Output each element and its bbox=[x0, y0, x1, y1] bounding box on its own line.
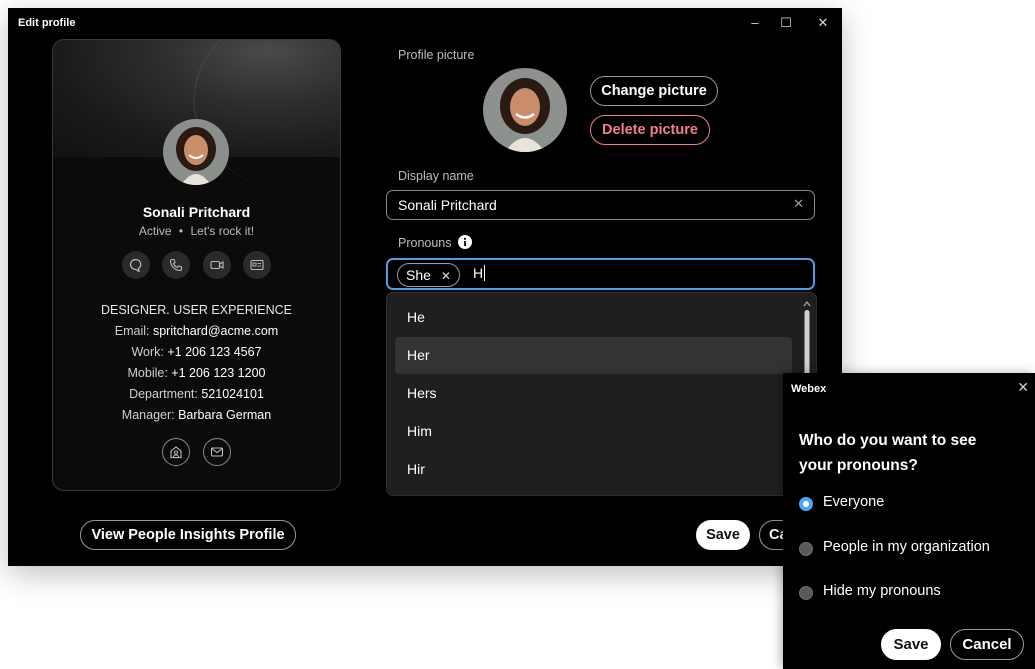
minimize-button[interactable]: – bbox=[745, 13, 765, 33]
detail-label: Mobile: bbox=[127, 366, 168, 380]
popup-question: Who do you want to see your pronouns? bbox=[799, 428, 976, 478]
suggestion-hers[interactable]: Hers bbox=[395, 375, 792, 412]
avatar bbox=[163, 119, 229, 185]
profile-card: Sonali Pritchard Active • Let's rock it!… bbox=[52, 39, 341, 491]
department-value: 521024101 bbox=[201, 387, 264, 401]
detail-mobile: Mobile: +1 206 123 1200 bbox=[53, 363, 340, 384]
detail-label: Work: bbox=[131, 345, 164, 359]
card-details: DESIGNER. USER EXPERIENCE Email: spritch… bbox=[53, 300, 340, 426]
pronoun-suggestions-dropdown: He Her Hers Him Hir bbox=[386, 292, 817, 496]
video-button[interactable] bbox=[202, 251, 231, 279]
profile-picture-label: Profile picture bbox=[398, 48, 475, 62]
detail-manager: Manager: Barbara German bbox=[53, 405, 340, 426]
detail-work: Work: +1 206 123 4567 bbox=[53, 342, 340, 363]
popup-question-line1: Who do you want to see bbox=[799, 432, 977, 449]
edit-profile-window: Edit profile – ☐ ✕ Sonali Pritchard Acti… bbox=[8, 8, 842, 566]
radio-people-in-org[interactable] bbox=[799, 542, 813, 556]
contact-card-icon bbox=[250, 259, 264, 271]
card-actions bbox=[53, 251, 340, 279]
suggestion-her[interactable]: Her bbox=[395, 337, 792, 374]
mail-button[interactable] bbox=[202, 438, 231, 466]
suggestion-he[interactable]: He bbox=[395, 299, 792, 336]
save-button[interactable]: Save bbox=[696, 520, 750, 550]
detail-label: Department: bbox=[129, 387, 198, 401]
popup-question-line2: your pronouns? bbox=[799, 457, 918, 474]
option-people-in-org-label[interactable]: People in my organization bbox=[823, 539, 990, 555]
manager-value[interactable]: Barbara German bbox=[178, 408, 271, 422]
popup-title: Webex bbox=[791, 383, 827, 395]
delete-picture-button[interactable]: Delete picture bbox=[590, 115, 710, 145]
info-icon[interactable] bbox=[458, 235, 472, 249]
detail-label: Email: bbox=[114, 324, 150, 338]
window-title: Edit profile bbox=[18, 17, 76, 29]
pronouns-label: Pronouns bbox=[398, 235, 472, 250]
chip-remove-icon[interactable]: ✕ bbox=[441, 269, 451, 283]
display-name-label: Display name bbox=[398, 169, 474, 183]
pronoun-visibility-popup: Webex ✕ Who do you want to see your pron… bbox=[783, 373, 1035, 669]
title-bar: Edit profile – ☐ ✕ bbox=[8, 8, 842, 38]
pronoun-typed-text: H bbox=[473, 265, 486, 281]
close-button[interactable]: ✕ bbox=[813, 13, 833, 33]
status-message: Let's rock it! bbox=[190, 224, 255, 238]
suggestion-him[interactable]: Him bbox=[395, 413, 792, 450]
detail-email: Email: spritchard@acme.com bbox=[53, 321, 340, 342]
contact-card-button[interactable] bbox=[243, 251, 272, 279]
clear-icon[interactable]: ✕ bbox=[793, 196, 804, 212]
call-button[interactable] bbox=[162, 251, 191, 279]
popup-cancel-button[interactable]: Cancel bbox=[950, 629, 1024, 660]
card-name: Sonali Pritchard bbox=[142, 204, 251, 220]
view-people-insights-button[interactable]: View People Insights Profile bbox=[80, 520, 296, 550]
phone-icon bbox=[170, 258, 183, 272]
card-status: Active • Let's rock it! bbox=[53, 224, 340, 238]
option-hide-pronouns-label[interactable]: Hide my pronouns bbox=[823, 583, 941, 599]
card-bottom-actions bbox=[53, 438, 340, 466]
mobile-phone-value[interactable]: +1 206 123 1200 bbox=[171, 366, 265, 380]
detail-label: Manager: bbox=[121, 408, 175, 422]
change-picture-button[interactable]: Change picture bbox=[590, 76, 718, 106]
mail-icon bbox=[210, 447, 223, 457]
popup-save-button[interactable]: Save bbox=[881, 629, 941, 660]
email-value[interactable]: spritchard@acme.com bbox=[153, 324, 278, 338]
display-name-field[interactable]: Sonali Pritchard ✕ bbox=[386, 190, 815, 220]
display-name-value: Sonali Pritchard bbox=[398, 197, 497, 213]
chat-button[interactable] bbox=[121, 251, 150, 279]
video-icon bbox=[210, 260, 224, 270]
detail-department: Department: 521024101 bbox=[53, 384, 340, 405]
profile-picture bbox=[483, 68, 567, 152]
status-text: Active bbox=[138, 224, 172, 238]
radio-hide-pronouns[interactable] bbox=[799, 586, 813, 600]
pronouns-input[interactable]: She ✕ H bbox=[386, 258, 815, 290]
pronoun-chip-she[interactable]: She ✕ bbox=[397, 263, 460, 287]
pronouns-label-text: Pronouns bbox=[398, 236, 452, 250]
status-separator: • bbox=[178, 224, 184, 238]
job-title: DESIGNER. USER EXPERIENCE bbox=[100, 303, 292, 317]
pronoun-chip-label: She bbox=[406, 267, 431, 283]
maximize-button[interactable]: ☐ bbox=[776, 13, 796, 33]
directory-icon bbox=[170, 446, 182, 459]
work-phone-value[interactable]: +1 206 123 4567 bbox=[167, 345, 261, 359]
option-everyone-label[interactable]: Everyone bbox=[823, 494, 884, 510]
chat-icon bbox=[129, 258, 142, 272]
popup-close-button[interactable]: ✕ bbox=[1017, 379, 1029, 396]
directory-button[interactable] bbox=[162, 438, 191, 466]
radio-everyone[interactable] bbox=[799, 497, 813, 511]
suggestion-hir[interactable]: Hir bbox=[395, 451, 792, 488]
